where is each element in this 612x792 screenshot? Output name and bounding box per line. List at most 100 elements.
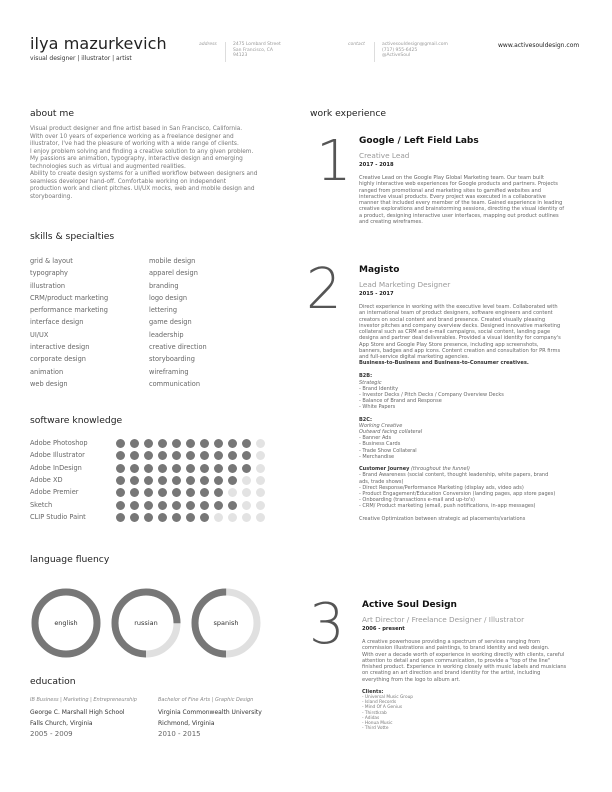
b2c-block: B2C: Working Creative Outward facing col… [359,417,594,460]
skill-dot-filled [144,488,153,498]
language-ring: english [31,588,101,658]
software-name: Adobe Premier [30,488,79,497]
skill-dot-empty [228,512,237,522]
skill-dot-filled [144,451,153,461]
desc-line: creative explorations and brainstorming … [359,206,565,213]
software-row: Adobe Premier [30,487,270,499]
skill-dot-filled [158,475,167,485]
skill-item: logo design [149,293,188,302]
software-name: CLIP Studio Paint [30,512,86,521]
header-divider [374,42,375,62]
education-place: Richmond, Virginia [158,720,215,727]
skill-dot-filled [116,451,125,461]
skill-dot-filled [200,512,209,522]
skill-item: creative direction [149,343,207,352]
journey-block: Customer Journey (throughout the funnel)… [359,466,594,509]
skill-dot-filled [172,512,181,522]
skill-dot-filled [200,475,209,485]
skills-column-1: grid & layout typography illustration CR… [30,255,108,390]
skill-dot-empty [242,488,251,498]
skill-item: communication [149,379,200,388]
job-dates: 2006 - present [362,626,405,632]
skill-dot-filled [228,451,237,461]
about-line: storyboarding. [30,193,73,200]
about-line: Ability to create design systems for a u… [30,171,258,177]
skill-dot-empty [242,512,251,522]
address-line: 2475 Lombard Street [233,42,281,47]
skill-dot-filled [172,500,181,510]
contact-label: contact [348,42,365,47]
about-line: Visual product designer and fine artist … [30,126,243,132]
skill-dot-filled [144,475,153,485]
b2b-block: B2B: Strategic - Brand Identity - Invest… [359,373,594,410]
skill-dot-filled [158,451,167,461]
skill-item: wireframing [149,367,189,376]
skill-dot-filled [228,439,237,448]
skill-item: grid & layout [30,257,73,265]
address-line: 94123 [233,53,248,59]
resume-tagline: visual designer | illustrator | artist [30,55,132,62]
skill-dot-empty [242,500,251,510]
skill-dot-filled [144,500,153,510]
desc-line: and creating wireframes. [359,218,423,225]
skill-dot-filled [186,439,195,448]
skill-dot-filled [158,512,167,522]
skill-dot-filled [116,439,125,448]
skill-dot-empty [256,512,265,522]
job-number: 3 [309,592,345,657]
skill-dot-filled [214,463,223,473]
software-row: Adobe XD [30,475,270,487]
skill-dot-filled [200,439,209,448]
skill-dot-filled [130,463,139,473]
skill-dot-filled [130,488,139,498]
skill-item: leadership [149,330,184,339]
skill-dot-filled [186,500,195,510]
skills-column-2: mobile design apparel design branding lo… [149,255,207,390]
skill-dot-empty [256,451,265,461]
skill-item: typography [30,269,68,278]
job-dates: 2017 - 2018 [359,162,394,168]
client-item: - Third Votte [362,726,389,732]
resume-name: ilya mazurkevich [30,34,167,53]
skill-dot-empty [242,475,251,485]
job-dates: 2015 - 2017 [359,291,394,297]
software-name: Sketch [30,500,53,509]
skill-item: apparel design [149,269,198,278]
education-school: George C. Marshall High School [30,709,125,716]
website-link[interactable]: www.activesouldesign.com [498,42,579,49]
skill-level-dots [116,488,270,498]
skill-dot-filled [116,475,125,485]
about-line: seamless developer hand-off. Comfortable… [30,178,227,185]
contact-handle[interactable]: @ActiveSoul [382,53,448,59]
software-row: Adobe Illustrator [30,450,270,462]
education-entry: IB Business | Marketing | Entrepreneursh… [30,697,137,738]
job-role: Art Director / Freelance Designer / Illu… [362,615,525,624]
about-line: illustrator, I've had the pleasure of wo… [30,141,239,147]
b2b-item: - White Papers [359,404,396,411]
skill-item: illustration [30,281,66,290]
contact-email[interactable]: activesouldesign@gmail.com [382,42,448,48]
skill-item: branding [149,281,179,290]
journey-item: - CRM/ Product marketing (email, push no… [359,503,536,510]
skill-level-dots [116,500,270,510]
job-company: Magisto [359,265,400,275]
desc-line: designs and partner deal deliverables. P… [359,335,561,342]
desc-line: a product, designing interactive user in… [359,212,559,219]
skill-dot-filled [214,439,223,448]
skill-dot-filled [116,512,125,522]
skill-level-dots [116,439,270,448]
skill-item: UI/UX [30,330,49,339]
job-number: 2 [306,257,342,322]
about-line: production work and client pitches. UI/U… [30,186,255,192]
language-ring: russian [111,588,181,658]
skill-dot-filled [200,463,209,473]
skill-item: CRM/product marketing [30,293,109,302]
skill-dot-filled [158,463,167,473]
job-entry: Magisto Lead Marketing Designer 2015 - 2… [359,265,594,522]
skill-dot-filled [186,488,195,498]
skill-dot-filled [116,463,125,473]
skill-dot-empty [256,475,265,485]
journey-title: Customer Journey [359,466,410,473]
language-title: language fluency [30,554,110,565]
skill-dot-filled [200,500,209,510]
